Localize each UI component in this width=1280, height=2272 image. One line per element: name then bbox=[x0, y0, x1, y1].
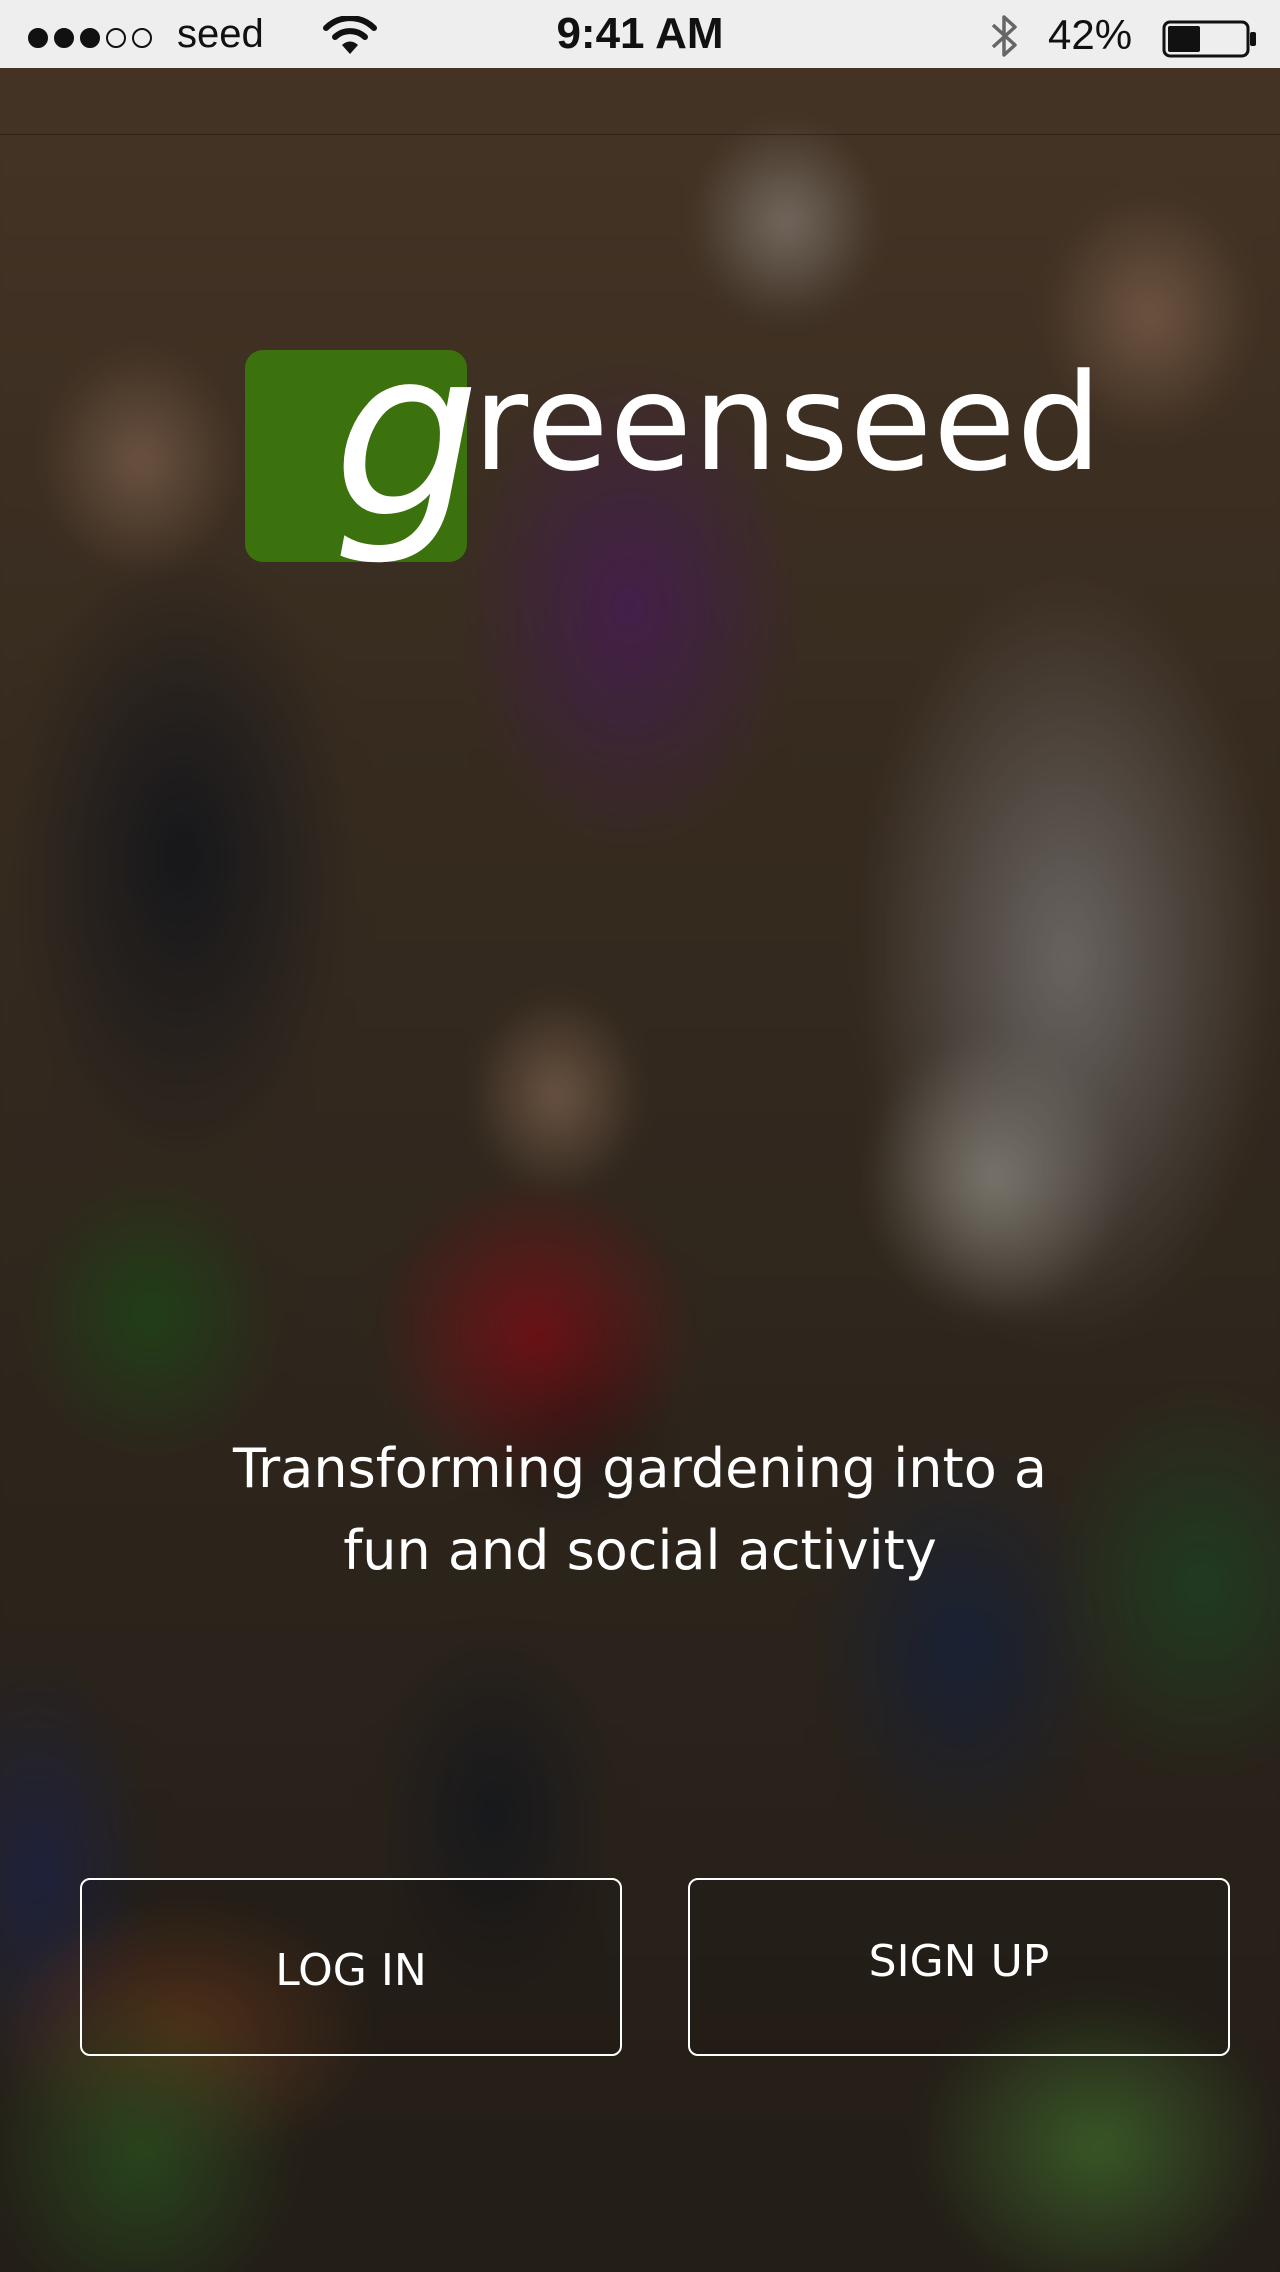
logo-wordmark: reenseed bbox=[473, 345, 1103, 501]
battery-percentage: 42% bbox=[1048, 11, 1133, 58]
tagline-line-2: fun and social activity bbox=[343, 1519, 937, 1582]
greenseed-logo: g reenseed bbox=[245, 318, 1102, 565]
status-bar: seed 9:41 AM 42% bbox=[0, 0, 1280, 68]
tagline-line-1: Transforming gardening into a bbox=[233, 1437, 1047, 1500]
nav-divider bbox=[0, 134, 1280, 135]
tagline: Transforming gardening into a fun and so… bbox=[200, 1428, 1080, 1592]
sign-up-label: SIGN UP bbox=[868, 1935, 1050, 1987]
bluetooth-icon bbox=[991, 15, 1017, 57]
welcome-screen: seed 9:41 AM 42% g reenseed Transforming… bbox=[0, 0, 1280, 2272]
sign-up-button[interactable]: SIGN UP bbox=[688, 1878, 1230, 2056]
log-in-label: LOG IN bbox=[275, 1944, 427, 1996]
log-in-button[interactable]: LOG IN bbox=[80, 1878, 622, 2056]
logo-letter: g bbox=[333, 299, 481, 569]
battery-icon bbox=[1162, 20, 1256, 58]
